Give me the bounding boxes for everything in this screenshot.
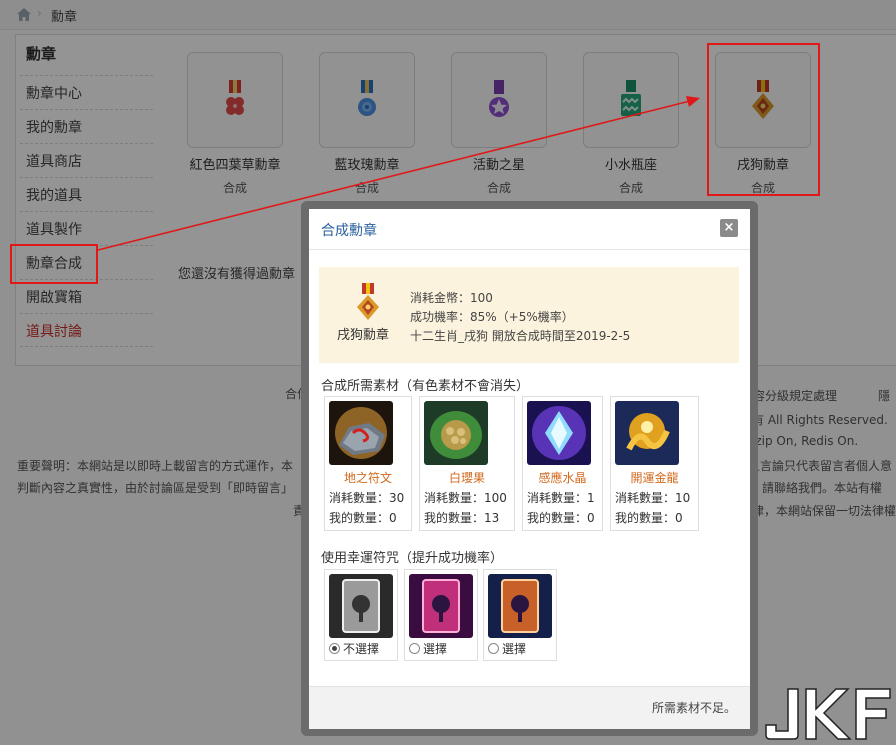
target-medal-name: 戌狗勳章	[337, 328, 390, 343]
radio-unselected-icon[interactable]	[488, 643, 499, 654]
material-card[interactable]: 地之符文 消耗數量：30 我的數量：0	[324, 396, 412, 531]
status-message: 所需素材不足。	[651, 701, 736, 715]
material-name: 感應水晶	[538, 471, 587, 485]
success-rate-text: 成功機率：85%（+5%機率）	[410, 310, 574, 324]
jkf-logo	[765, 688, 891, 740]
charm-radio[interactable]: 選擇	[488, 640, 526, 657]
consume-count: 消耗數量：1	[527, 491, 595, 505]
earth-rune-icon	[329, 401, 393, 465]
radio-selected-icon[interactable]	[329, 643, 340, 654]
material-name: 白瓔果	[448, 471, 485, 485]
dialog-footer: 所需素材不足。	[309, 686, 750, 729]
charm-radio[interactable]: 選擇	[409, 640, 447, 657]
owned-count: 我的數量：13	[424, 511, 500, 525]
radio-unselected-icon[interactable]	[409, 643, 420, 654]
consume-count: 消耗數量：30	[329, 491, 405, 505]
golden-dragon-icon	[615, 401, 679, 465]
charm-label: 不選擇	[343, 642, 380, 656]
dialog-title: 合成勳章	[321, 223, 377, 239]
crystal-icon	[527, 401, 591, 465]
materials-heading: 合成所需素材（有色素材不會消失）	[321, 379, 530, 394]
owned-count: 我的數量：0	[527, 511, 595, 525]
charm-label: 選擇	[502, 642, 527, 656]
synthesis-dialog: 合成勳章 × 戌狗勳章 消耗金幣：100 成功機率：85%（+5%機率） 十二生…	[309, 209, 750, 729]
charm-card-icon	[329, 574, 393, 638]
highlight-box-sidebar	[10, 244, 98, 284]
highlight-box-target-medal	[707, 43, 820, 196]
consume-count: 消耗數量：100	[424, 491, 507, 505]
charm-card-icon	[488, 574, 552, 638]
charm-option[interactable]: 選擇	[404, 569, 478, 661]
material-name: 開運金龍	[630, 471, 679, 485]
charms-heading: 使用幸運符咒（提升成功機率）	[321, 551, 504, 566]
owned-count: 我的數量：0	[329, 511, 397, 525]
charm-card-icon	[409, 574, 473, 638]
dog-medal-icon	[357, 283, 379, 320]
charm-label: 選擇	[423, 642, 448, 656]
target-info: 戌狗勳章 消耗金幣：100 成功機率：85%（+5%機率） 十二生肖_戌狗 開放…	[319, 267, 739, 363]
cost-text: 消耗金幣：100	[410, 291, 493, 305]
consume-count: 消耗數量：10	[615, 491, 691, 505]
material-card[interactable]: 感應水晶 消耗數量：1 我的數量：0	[522, 396, 603, 531]
owned-count: 我的數量：0	[615, 511, 683, 525]
white-fruit-icon	[424, 401, 488, 465]
charm-option[interactable]: 選擇	[483, 569, 557, 661]
material-name: 地之符文	[343, 471, 392, 485]
charm-radio[interactable]: 不選擇	[329, 640, 379, 657]
divider	[309, 249, 750, 250]
close-icon[interactable]: ×	[720, 219, 738, 237]
material-card[interactable]: 開運金龍 消耗數量：10 我的數量：0	[610, 396, 699, 531]
availability-text: 十二生肖_戌狗 開放合成時間至2019-2-5	[410, 329, 631, 343]
material-card[interactable]: 白瓔果 消耗數量：100 我的數量：13	[419, 396, 515, 531]
charm-option-none[interactable]: 不選擇	[324, 569, 398, 661]
